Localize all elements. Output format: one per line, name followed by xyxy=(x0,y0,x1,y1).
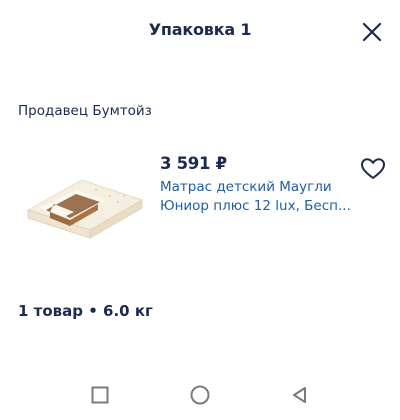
product-image[interactable] xyxy=(20,170,146,240)
back-button[interactable] xyxy=(285,380,315,410)
recent-apps-button[interactable] xyxy=(85,380,115,410)
mattress-image xyxy=(26,179,144,239)
close-button[interactable] xyxy=(356,16,388,48)
product-name-line-1: Матрас детский Маугли xyxy=(160,179,332,195)
package-summary: 1 товар • 6.0 кг xyxy=(18,302,153,320)
product-card: 3 591 ₽ Матрас детский Маугли Юниор плюс… xyxy=(0,140,400,260)
favorite-button[interactable] xyxy=(358,154,388,184)
seller-label: Продавец Бумтойз xyxy=(18,103,152,119)
system-nav-bar xyxy=(0,372,400,416)
home-button[interactable] xyxy=(185,380,215,410)
circle-icon xyxy=(190,385,210,405)
close-icon xyxy=(362,22,382,42)
page-title: Упаковка 1 xyxy=(148,20,252,39)
product-price: 3 591 ₽ xyxy=(160,154,227,173)
heart-outline-icon xyxy=(361,158,385,179)
square-icon xyxy=(91,386,109,404)
triangle-back-icon xyxy=(293,387,306,403)
product-name-link[interactable]: Матрас детский Маугли Юниор плюс 12 lux,… xyxy=(160,178,360,216)
header: Упаковка 1 xyxy=(0,0,400,64)
product-name-line-2: Юниор плюс 12 lux, Бесп... xyxy=(160,198,351,214)
